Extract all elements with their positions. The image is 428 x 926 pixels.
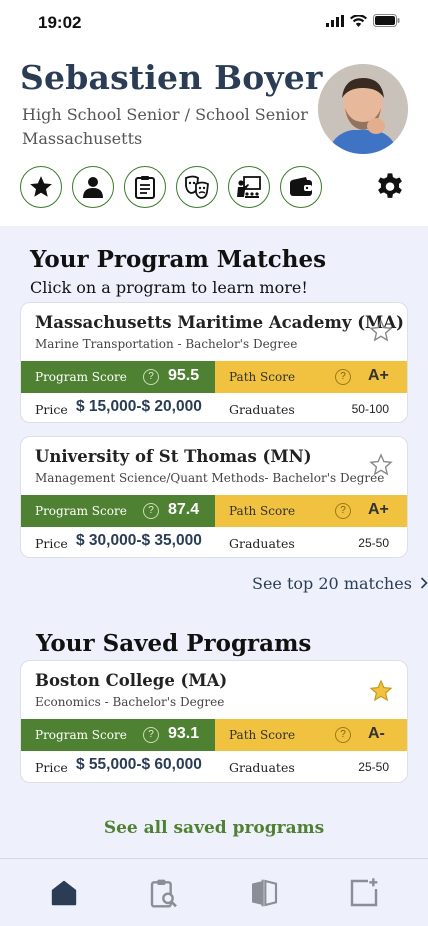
status-icons (326, 14, 400, 27)
help-icon[interactable]: ? (143, 369, 159, 385)
program-score: Program Score ? 87.4 (21, 495, 215, 527)
tab-search-programs[interactable] (144, 873, 184, 913)
program-score-value: 93.1 (168, 725, 200, 742)
price-row: Price $ 30,000-$ 35,000 Graduates 25-50 (21, 527, 407, 557)
clipboard-search-icon (150, 879, 177, 908)
see-top-matches-link[interactable]: See top 20 matches (252, 574, 428, 593)
theater-masks-icon[interactable] (176, 166, 218, 208)
saved-title: Your Saved Programs (36, 630, 312, 657)
compare-icon (252, 879, 278, 907)
gear-icon[interactable] (372, 170, 408, 206)
score-row: Program Score ? 93.1 Path Score ? A- (21, 719, 407, 751)
program-score: Program Score ? 95.5 (21, 361, 215, 393)
price-value: $ 55,000-$ 60,000 (76, 756, 202, 773)
path-score-label: Path Score (229, 504, 296, 518)
program-score-label: Program Score (35, 728, 127, 742)
program-name: Boston College (MA) (35, 671, 228, 690)
path-score: Path Score ? A+ (215, 495, 407, 527)
path-score: Path Score ? A- (215, 719, 407, 751)
graduates-label: Graduates (229, 402, 295, 417)
wifi-icon (350, 14, 367, 27)
program-score-value: 87.4 (168, 501, 200, 518)
program-description: Economics - Bachelor's Degree (35, 695, 225, 709)
tab-compare[interactable] (244, 873, 284, 913)
price-row: Price $ 15,000-$ 20,000 Graduates 50-100 (21, 393, 407, 422)
price-row: Price $ 55,000-$ 60,000 Graduates 25-50 (21, 751, 407, 781)
see-top-matches-label: See top 20 matches (252, 574, 412, 593)
clipboard-icon[interactable] (124, 166, 166, 208)
person-icon[interactable] (72, 166, 114, 208)
graduates-value: 25-50 (358, 536, 389, 550)
help-icon[interactable]: ? (143, 727, 159, 743)
price-value: $ 15,000-$ 20,000 (76, 398, 202, 415)
battery-icon (373, 14, 400, 27)
user-location: Massachusetts (22, 129, 143, 148)
help-icon[interactable]: ? (143, 503, 159, 519)
matches-title: Your Program Matches (30, 246, 327, 273)
chevron-right-icon (420, 577, 428, 589)
avatar[interactable] (318, 64, 408, 154)
signal-icon (326, 14, 344, 27)
price-label: Price (35, 402, 68, 417)
star-filled-icon[interactable] (369, 679, 393, 703)
graduates-label: Graduates (229, 760, 295, 775)
program-description: Management Science/Quant Methods- Bachel… (35, 471, 385, 485)
path-score-value: A- (368, 725, 385, 742)
path-score-label: Path Score (229, 728, 296, 742)
profile-icon-row (20, 166, 322, 208)
graduates-label: Graduates (229, 536, 295, 551)
program-card[interactable]: Massachusetts Maritime Academy (MA) Mari… (20, 302, 408, 423)
star-outline-icon[interactable] (369, 453, 393, 477)
user-name: Sebastien Boyer (20, 58, 323, 97)
user-grade: High School Senior / School Senior (22, 105, 308, 124)
path-score-value: A+ (368, 367, 389, 384)
program-card[interactable]: University of St Thomas (MN) Management … (20, 436, 408, 558)
program-name: University of St Thomas (MN) (35, 447, 312, 466)
price-label: Price (35, 536, 68, 551)
program-score: Program Score ? 93.1 (21, 719, 215, 751)
program-score-value: 95.5 (168, 367, 200, 384)
score-row: Program Score ? 95.5 Path Score ? A+ (21, 361, 407, 393)
home-icon (51, 880, 77, 906)
star-icon[interactable] (20, 166, 62, 208)
see-all-saved-link[interactable]: See all saved programs (0, 818, 428, 838)
status-time: 19:02 (38, 13, 82, 32)
graduates-value: 25-50 (358, 760, 389, 774)
user-subtitle: High School Senior / School Senior Massa… (22, 103, 308, 151)
status-bar: 19:02 (0, 0, 428, 44)
price-value: $ 30,000-$ 35,000 (76, 532, 202, 549)
bottom-tab-bar (0, 858, 428, 926)
avatar-photo (318, 64, 408, 154)
wallet-icon[interactable] (280, 166, 322, 208)
help-icon[interactable]: ? (335, 727, 351, 743)
matches-subtitle: Click on a program to learn more! (30, 278, 308, 297)
tab-home[interactable] (44, 873, 84, 913)
profile-header: Sebastien Boyer High School Senior / Sch… (0, 44, 428, 226)
add-note-icon (350, 878, 378, 907)
price-label: Price (35, 760, 68, 775)
teacher-board-icon[interactable] (228, 166, 270, 208)
graduates-value: 50-100 (351, 402, 389, 416)
saved-program-card[interactable]: Boston College (MA) Economics - Bachelor… (20, 660, 408, 783)
program-description: Marine Transportation - Bachelor's Degre… (35, 337, 298, 351)
program-name: Massachusetts Maritime Academy (MA) (35, 313, 404, 332)
program-score-label: Program Score (35, 504, 127, 518)
help-icon[interactable]: ? (335, 503, 351, 519)
path-score-label: Path Score (229, 370, 296, 384)
help-icon[interactable]: ? (335, 369, 351, 385)
path-score-value: A+ (368, 501, 389, 518)
score-row: Program Score ? 87.4 Path Score ? A+ (21, 495, 407, 527)
tab-add-note[interactable] (344, 873, 384, 913)
path-score: Path Score ? A+ (215, 361, 407, 393)
program-score-label: Program Score (35, 370, 127, 384)
star-outline-icon[interactable] (369, 319, 393, 343)
